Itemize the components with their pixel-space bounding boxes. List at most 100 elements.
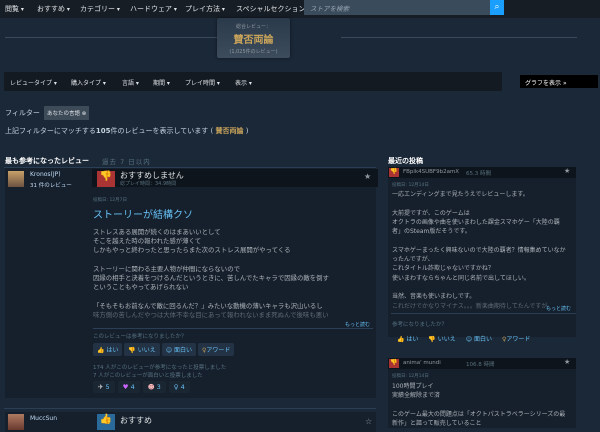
award-button[interactable]: ♀アワード	[198, 343, 235, 356]
vote-no-label: いいえ	[137, 347, 156, 354]
divider	[93, 328, 373, 329]
body-line: しかもやっと終わったと思ったらまた次のストレス展開がやってくる	[93, 246, 291, 255]
nav-recommended[interactable]: おすすめ	[37, 4, 70, 14]
summary-rating: 賛否両論	[233, 35, 274, 46]
review-playtime: 総プレイ時間：34.9時間	[120, 181, 177, 187]
body-line: 100時間プレイ	[392, 383, 434, 390]
vote-funny-button[interactable]: ☺ 面白い	[462, 332, 496, 345]
vote-no-label: いいえ	[437, 336, 456, 343]
show-graph-label: グラフを表示	[525, 80, 562, 87]
body-line	[93, 292, 329, 301]
filter-language[interactable]: 言語	[122, 78, 139, 87]
vote-buttons: 👍 はい 👎 いいえ ☺ 面白い ♀アワード	[393, 332, 536, 345]
body-line: ったんですが、	[392, 256, 434, 264]
body-line: 「そもそもお前なんで敵に回るんだ？」みたいな動機の薄いキャラも沢山いるし	[93, 301, 323, 310]
review-card: Kronos(JP) 31 件のレビュー 👎 おすすめしません 総プレイ時間：3…	[5, 168, 378, 398]
body-line: このゲーム最大の問題点は「オクトパストラベラーシリーズの最	[392, 410, 566, 418]
votes-funny-text: 7 人がこのレビューが面白いと投票しました	[93, 373, 203, 379]
result-count: 105	[95, 127, 111, 135]
read-more-link[interactable]: もっと読む	[546, 305, 571, 312]
helpful-question: 参考になりましたか？	[392, 322, 448, 328]
vote-funny-button[interactable]: ☺ 面白い	[161, 343, 196, 356]
divider	[391, 313, 576, 314]
star-icon[interactable]: ☆	[365, 417, 372, 426]
helpful-question: このレビューは参考になりましたか？	[93, 334, 187, 340]
award-clown[interactable]: ☻ 3	[142, 381, 166, 393]
thumbs-down-icon: 👎	[389, 168, 399, 177]
vote-buttons: 👍 はい 👎 いいえ ☺ 面白い ♀アワード	[93, 343, 236, 356]
star-icon[interactable]: ★	[364, 172, 371, 181]
body-line: 実績全解除まで済	[392, 392, 441, 400]
body-line: 因縁の相手と決着をつけるんだというときに、苦しんでたキャラで因縁の敵を倒す	[93, 274, 329, 283]
star-icon[interactable]: ★	[564, 358, 570, 366]
read-more-link[interactable]: もっと読む	[345, 321, 370, 328]
recent-post-header: 👎 anima' mundi 106.8 時間 ★	[388, 358, 576, 369]
filter-label: フィルター	[5, 109, 40, 117]
body-line: 一応エンディングまで見たうえでレビューします。	[392, 191, 529, 198]
body-line: これだけでかなりマイナス。。。新楽曲期待してたんですが。	[392, 302, 554, 310]
result-close: )	[245, 127, 249, 135]
active-filter-chip[interactable]: あなたの言語 ⊗	[44, 106, 90, 120]
body-line: ストレスある展開が続くのはまあいいとして	[93, 228, 221, 236]
vote-no-button[interactable]: 👎 いいえ	[124, 343, 160, 356]
body-line: これタイトル詐欺じゃないですかね？	[392, 265, 494, 273]
recent-post-date: 投稿日: 12月14日	[392, 183, 429, 188]
filter-purchase-type[interactable]: 購入タイプ	[71, 78, 106, 87]
review-body: ストレスある展開が続くのはまあいいとして そこを越えた時の報われた感が薄くて しかも…	[93, 228, 329, 320]
divider	[4, 408, 376, 409]
star-icon[interactable]: ★	[564, 167, 570, 175]
close-icon[interactable]: ⊗	[82, 111, 87, 117]
body-line: 使いまわすならちゃんと同じ名前で出してほしい。	[392, 274, 530, 282]
search-input[interactable]: ストアを検索	[304, 0, 490, 15]
recent-post-body: 一応エンディングまで見たうえでレビューします。 大前提ですが、このゲームは オクト…	[392, 190, 566, 311]
award-label: アワード	[506, 336, 531, 343]
result-suffix: 件のレビューを表示しています (	[110, 127, 214, 135]
nav-categories[interactable]: カテゴリー	[80, 4, 120, 14]
medal-icon: ♀	[173, 383, 179, 391]
vote-no-button[interactable]: 👎 いいえ	[424, 332, 459, 345]
filter-period[interactable]: 期間	[153, 78, 170, 87]
search-icon[interactable]: ⌕	[490, 0, 504, 15]
award-wings[interactable]: ✈ 5	[93, 381, 115, 393]
double-chevron-down-icon: »	[562, 80, 567, 87]
review-posted-date: 投稿日: 12月7日	[93, 198, 128, 203]
review-verdict-bar: 👎 おすすめしません 総プレイ時間：34.9時間 ★	[92, 169, 378, 187]
body-line: 大前提ですが、このゲームは	[392, 209, 470, 217]
vote-yes-button[interactable]: 👍 はい	[393, 332, 422, 345]
nav-browse[interactable]: 閲覧	[5, 4, 24, 14]
award-heart[interactable]: ♥ 4	[117, 381, 140, 393]
recent-post-hours: 65.3 時間	[466, 171, 491, 177]
filter-playtime[interactable]: プレイ時間	[185, 78, 220, 87]
award-button[interactable]: ♀アワード	[498, 332, 534, 345]
body-line	[392, 199, 566, 208]
recent-post-author[interactable]: FBpik4SUBF9b2amX	[403, 169, 459, 175]
nav-play-style[interactable]: プレイ方法	[185, 4, 225, 14]
review-author[interactable]: Kronos(JP)	[30, 171, 61, 178]
divider	[341, 37, 577, 38]
wings-icon: ✈	[98, 383, 104, 391]
award-medal[interactable]: ♀ 4	[168, 381, 190, 393]
review-author[interactable]: MuccSun	[30, 415, 57, 422]
review-card: MuccSun 👍 おすすめ ☆	[5, 412, 376, 432]
review-author-count[interactable]: 31 件のレビュー	[30, 181, 72, 189]
body-line: 味方側の苦しんだやつは大体不幸な目にあって報われないまま死ぬんで後味も悪い	[93, 310, 329, 319]
vote-yes-button[interactable]: 👍 はい	[93, 343, 123, 356]
recent-post-author[interactable]: anima' mundi	[403, 360, 441, 366]
avatar[interactable]	[8, 414, 24, 430]
vote-funny-label: 面白い	[473, 336, 492, 343]
show-graph-button[interactable]: グラフを表示 »	[520, 75, 598, 88]
review-summary: 総合レビュー： 賛否両論 (1,025件のレビュー)	[217, 18, 290, 58]
avatar[interactable]	[8, 171, 24, 187]
review-title[interactable]: ストーリーが結構クソ	[93, 206, 193, 221]
recent-section-title: 最近の投稿	[388, 157, 423, 165]
award-label: アワード	[206, 347, 231, 354]
filter-display[interactable]: 表示	[235, 78, 252, 87]
thumbs-down-icon: 👎	[389, 359, 399, 368]
helpful-period: 過去 7 日以内	[102, 158, 151, 166]
review-verdict: おすすめ	[120, 416, 152, 425]
nav-hardware[interactable]: ハードウェア	[130, 4, 177, 14]
filter-review-type[interactable]: レビュータイプ	[10, 78, 57, 87]
body-line	[392, 283, 566, 292]
body-line: ストーリーに関わる主要人物が仲間にならないので	[93, 264, 240, 273]
nav-special-sections[interactable]: スペシャルセクション	[236, 4, 310, 14]
